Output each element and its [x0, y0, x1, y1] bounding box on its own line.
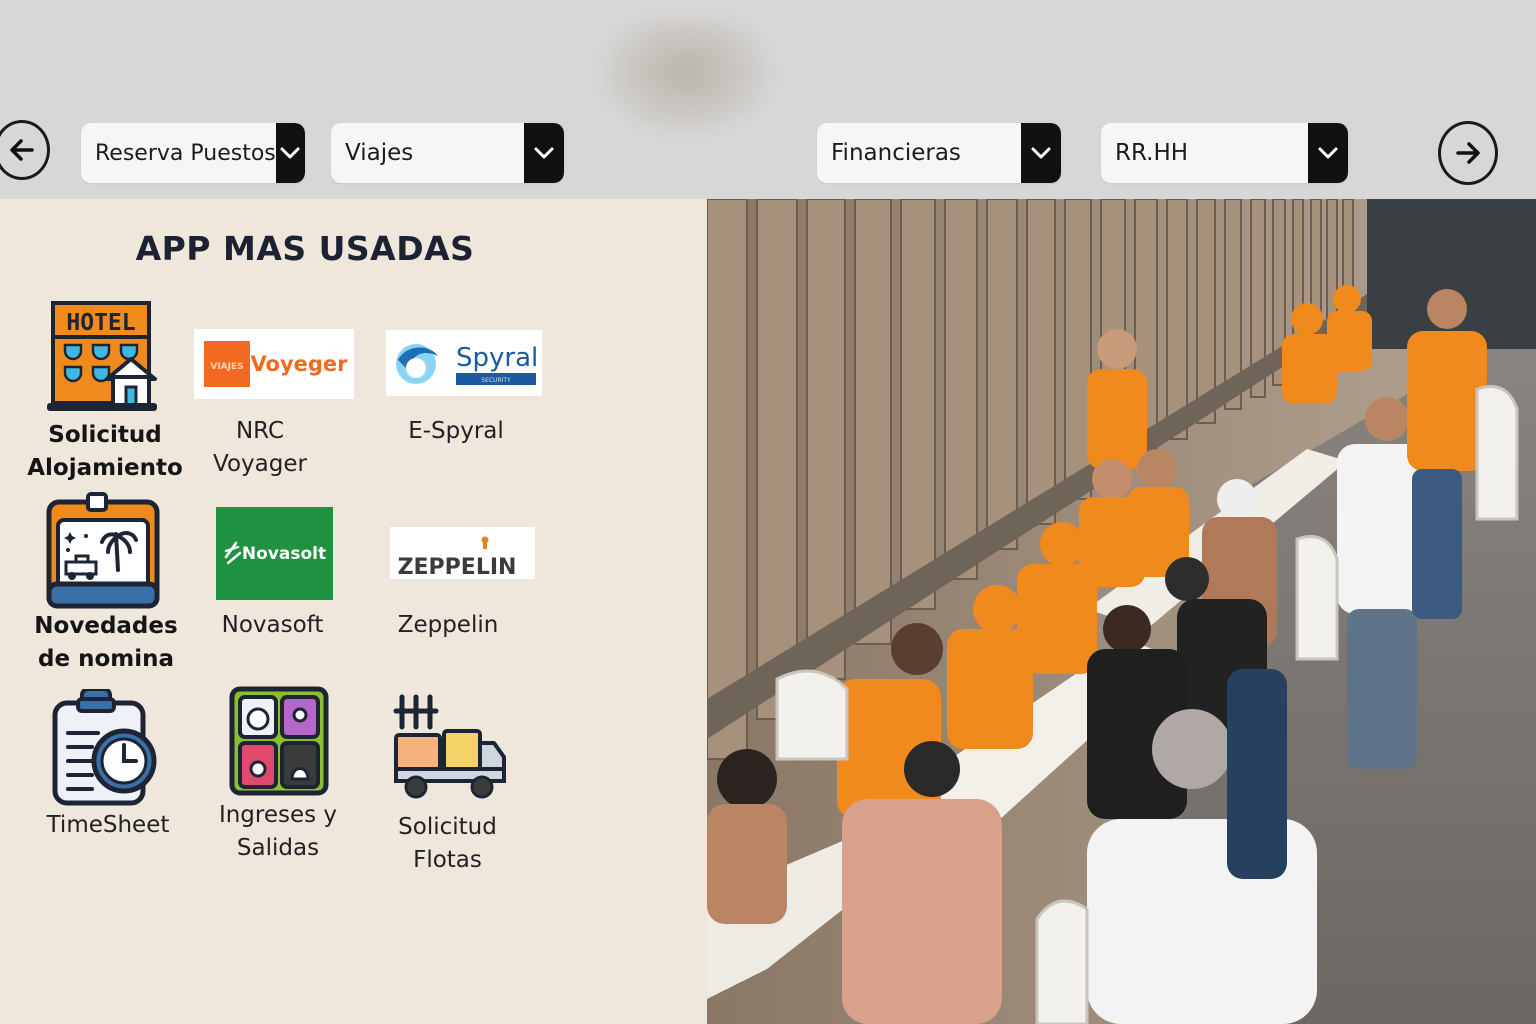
chevron-down-icon[interactable]	[524, 123, 564, 183]
app-label: Solicitud Alojamiento	[27, 422, 183, 481]
app-label: Ingreses y Salidas	[218, 802, 338, 861]
app-solicitud-alojamiento[interactable]: HOTEL Solicitud Alojamiento	[27, 299, 183, 489]
svg-text:SECURITY: SECURITY	[481, 377, 511, 384]
novasoft-logo: Novasolt	[216, 507, 333, 600]
app-ingreses-y-salidas[interactable]: Ingreses y Salidas	[210, 685, 360, 875]
prev-arrow-button[interactable]	[0, 120, 50, 180]
app-label: Solicitud Flotas	[398, 814, 497, 873]
app-solicitud-flotas[interactable]: Solicitud Flotas	[380, 691, 530, 881]
chevron-down-icon[interactable]	[1308, 123, 1348, 183]
app-label: TimeSheet	[46, 812, 170, 838]
app-zeppelin[interactable]: ZEPPELIN Zeppelin	[380, 521, 540, 651]
app-label: Novasoft	[221, 612, 324, 638]
app-timesheet[interactable]: TimeSheet	[30, 689, 190, 849]
app-novasoft[interactable]: Novasolt Novasoft	[210, 505, 340, 645]
dropdown-label: Financieras	[831, 140, 961, 166]
dropdown-label: RR.HH	[1115, 140, 1189, 166]
hotel-icon: HOTEL	[47, 301, 157, 411]
app-nrc-voyager[interactable]: VIAJES Voyeger NRC Voyager	[190, 327, 360, 487]
app-novedades-de-nomina[interactable]: Novedades de nomina	[30, 492, 190, 682]
dropdown-viajes[interactable]: Viajes	[331, 123, 564, 183]
svg-text:HOTEL: HOTEL	[66, 310, 135, 336]
panel-title: APP MAS USADAS	[135, 229, 475, 268]
dropdown-financieras[interactable]: Financieras	[817, 123, 1061, 183]
app-e-spyral[interactable]: Spyral SECURITY E-Spyral	[380, 327, 550, 457]
top-navigation-bar: Reserva Puestos Viajes Financieras RR.HH	[0, 0, 1536, 199]
svg-text:ZEPPELIN: ZEPPELIN	[398, 555, 517, 579]
app-label: E-Spyral	[408, 418, 504, 444]
chevron-down-icon[interactable]	[275, 123, 305, 183]
app-label: NRC Voyager	[213, 418, 307, 477]
chevron-down-icon[interactable]	[1021, 123, 1061, 183]
arrow-left-icon	[10, 139, 34, 161]
company-logo-blurred	[596, 18, 776, 138]
arrow-right-icon	[1456, 142, 1480, 164]
entries-exits-icon	[229, 686, 329, 796]
dropdown-rrhh[interactable]: RR.HH	[1101, 123, 1348, 183]
payroll-news-icon	[46, 492, 160, 609]
most-used-apps-panel: APP MAS USADAS HOTEL Solicitud Alojamient…	[0, 199, 707, 1024]
app-label: Zeppelin	[397, 612, 499, 638]
app-label: Novedades de nomina	[34, 613, 178, 672]
svg-text:Spyral: Spyral	[456, 343, 538, 373]
next-arrow-button[interactable]	[1438, 121, 1498, 185]
timesheet-icon	[52, 689, 157, 806]
svg-text:VIAJES: VIAJES	[210, 362, 243, 372]
zeppelin-logo: ZEPPELIN	[390, 527, 535, 579]
event-photo	[707, 199, 1536, 1024]
spyral-logo: Spyral SECURITY	[386, 330, 542, 396]
svg-text:Voyeger: Voyeger	[250, 352, 348, 376]
fleet-truck-icon	[393, 694, 506, 799]
dropdown-label: Viajes	[345, 140, 414, 166]
dropdown-reserva-puestos[interactable]: Reserva Puestos	[81, 123, 305, 183]
voyager-logo: VIAJES Voyeger	[194, 329, 354, 399]
svg-text:Novasolt: Novasolt	[242, 544, 326, 564]
dropdown-label: Reserva Puestos	[95, 140, 276, 166]
